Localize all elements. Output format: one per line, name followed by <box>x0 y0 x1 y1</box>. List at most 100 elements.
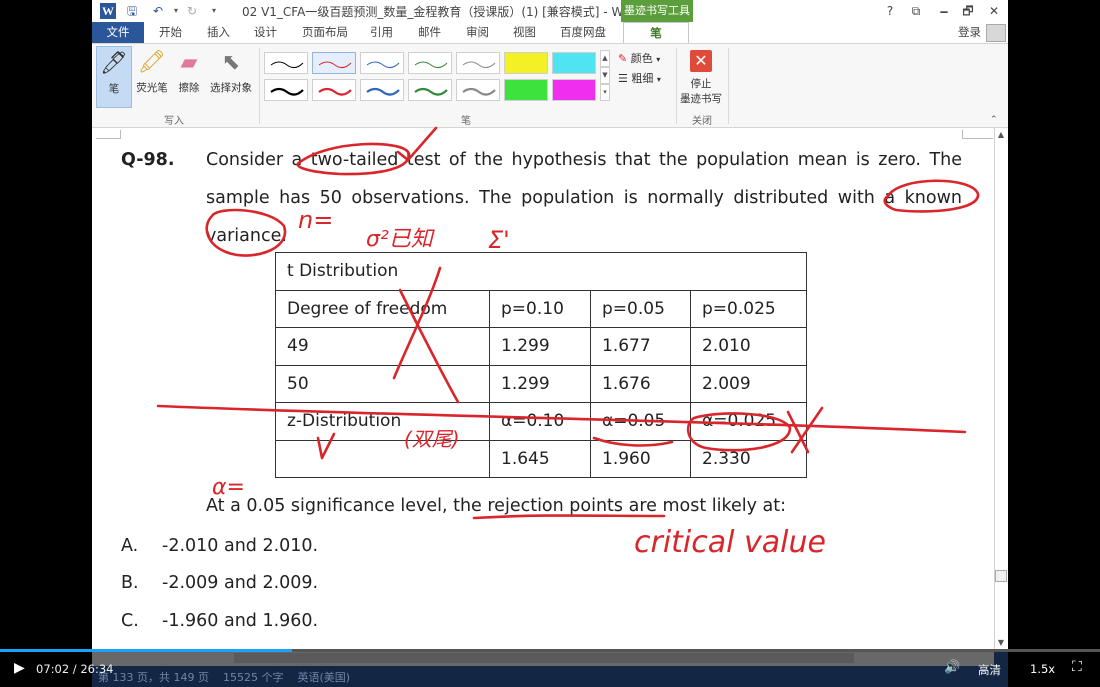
highlighter-swatch-cyan[interactable] <box>552 52 596 74</box>
stop-inking-label-2: 墨迹书写 <box>680 93 722 105</box>
chevron-down-icon: ▾ <box>656 75 661 84</box>
pen-color-button[interactable]: ✎ 颜色 ▾ <box>618 50 660 66</box>
word-app-icon[interactable]: W <box>100 3 116 19</box>
help-button[interactable]: ? <box>880 3 900 19</box>
table-cell: 1.676 <box>590 364 691 403</box>
pen-swatch-gray-thin[interactable] <box>456 52 500 74</box>
pen-icon: 🖊 <box>100 51 128 76</box>
undo-icon[interactable]: ↶ <box>150 3 166 19</box>
pen-swatch-blue-thin[interactable] <box>360 52 404 74</box>
tab-mailings[interactable]: 邮件 <box>418 22 441 43</box>
table-cell: z-Distribution <box>275 402 490 441</box>
pen-swatch-black-thick[interactable] <box>264 79 308 101</box>
option-text: -2.010 and 2.010. <box>162 536 319 556</box>
question-text-line2: sample has 50 observations. The populati… <box>206 188 962 208</box>
language: 英语(美国) <box>297 671 351 684</box>
stop-inking-label-1: 停止 <box>690 78 712 90</box>
pen-swatch-red-thin[interactable] <box>312 52 356 74</box>
scrollbar-thumb[interactable] <box>995 570 1007 582</box>
table-cell: 1.645 <box>489 439 591 478</box>
pen-swatch-black-thin[interactable] <box>264 52 308 74</box>
table-title: t Distribution <box>275 252 807 291</box>
page-count: 第 133 页，共 149 页 <box>98 671 209 684</box>
gallery-scroll-down-icon[interactable]: ▼ <box>600 67 610 84</box>
table-row: z-Distribution α=0.10 α=0.05 α=0.025 <box>275 402 807 441</box>
gallery-scroll-up-icon[interactable]: ▲ <box>600 50 610 67</box>
tab-design[interactable]: 设计 <box>254 22 277 43</box>
pen-swatch-green-thin[interactable] <box>408 52 452 74</box>
table-cell: α=0.10 <box>489 402 591 441</box>
table-row: 1.645 1.960 2.330 <box>275 439 807 478</box>
pen-swatch-red-thick[interactable] <box>312 79 356 101</box>
rejection-points-question: At a 0.05 significance level, the reject… <box>206 496 787 516</box>
save-icon[interactable]: 🖫 <box>124 3 140 19</box>
collapse-ribbon-icon[interactable]: ⌃ <box>990 115 998 125</box>
group-label-pens: 笔 <box>461 116 471 127</box>
table-cell <box>275 439 490 478</box>
sign-in-link[interactable]: 登录 <box>958 22 981 43</box>
tab-view[interactable]: 视图 <box>513 22 536 43</box>
question-text-line3: variance. <box>206 226 287 246</box>
pen-thickness-label: 粗细 <box>631 72 654 85</box>
table-cell: 50 <box>275 364 490 403</box>
table-cell: p=0.05 <box>590 289 691 328</box>
left-letterbox <box>0 0 92 650</box>
group-label-close: 关闭 <box>692 116 712 127</box>
tab-file[interactable]: 文件 <box>92 22 144 43</box>
question-text-line1: Consider a two-tailed test of the hypoth… <box>206 150 962 170</box>
ribbon-display-options-button[interactable]: ⧉ <box>906 3 926 19</box>
table-cell: α=0.025 <box>690 402 807 441</box>
thickness-icon: ☰ <box>618 72 628 85</box>
quality-button[interactable]: 高清 <box>978 662 1001 678</box>
pen-gallery <box>264 50 600 104</box>
playback-speed-button[interactable]: 1.5x <box>1030 662 1055 676</box>
select-objects-label: 选择对象 <box>210 82 252 94</box>
restore-button[interactable]: 🗗 <box>958 3 978 19</box>
table-cell: 1.677 <box>590 327 691 366</box>
gallery-more-icon[interactable]: ▾ <box>600 84 610 101</box>
table-cell: 49 <box>275 327 490 366</box>
scroll-up-icon[interactable]: ▲ <box>995 130 1007 142</box>
customize-quick-access-icon[interactable]: ▾ <box>206 3 222 19</box>
tab-insert[interactable]: 插入 <box>207 22 230 43</box>
pen-color-label: 颜色 <box>630 52 653 65</box>
fullscreen-icon[interactable]: ⛶ <box>1072 659 1082 675</box>
table-row: t Distribution <box>275 252 807 291</box>
eraser-icon: ▰ <box>180 50 198 75</box>
table-cell: 1.299 <box>489 364 591 403</box>
word-status-info: 第 133 页，共 149 页 15525 个字 英语(美国) <box>98 669 350 685</box>
eraser-tool-button[interactable]: ▰ 擦除 <box>174 46 204 108</box>
tab-home[interactable]: 开始 <box>159 22 182 43</box>
pen-thickness-button[interactable]: ☰ 粗细 ▾ <box>618 70 661 86</box>
volume-icon[interactable]: 🔊 <box>944 660 960 675</box>
highlighter-swatch-green[interactable] <box>504 79 548 101</box>
word-count: 15525 个字 <box>222 671 284 684</box>
redo-icon[interactable]: ↻ <box>184 3 200 19</box>
tab-references[interactable]: 引用 <box>370 22 393 43</box>
pen-tool-button[interactable]: 🖊 笔 <box>96 46 132 108</box>
highlighter-tool-button[interactable]: 🖍 荧光笔 <box>134 46 170 108</box>
highlighter-swatch-yellow[interactable] <box>504 52 548 74</box>
pen-swatch-gray-thick[interactable] <box>456 79 500 101</box>
minimize-button[interactable]: 🗕 <box>934 3 954 19</box>
tab-page-layout[interactable]: 页面布局 <box>302 22 348 43</box>
play-icon[interactable]: ▶ <box>14 660 25 676</box>
pen-tool-label: 笔 <box>108 83 120 95</box>
document-title: 02 V1_CFA一级百题预测_数量_金程教育（授课版）(1) [兼容模式] -… <box>242 5 643 19</box>
table-row: Degree of freedom p=0.10 p=0.05 p=0.025 <box>275 289 807 328</box>
option-letter: B. <box>121 573 139 593</box>
pen-swatch-blue-thick[interactable] <box>360 79 404 101</box>
video-progress-fill[interactable] <box>0 649 292 652</box>
close-button[interactable]: ✕ <box>984 3 1004 19</box>
tab-baidu-netdisk[interactable]: 百度网盘 <box>560 22 606 43</box>
avatar[interactable] <box>986 24 1006 42</box>
tab-review[interactable]: 审阅 <box>466 22 489 43</box>
tab-pen[interactable]: 笔 <box>623 22 689 43</box>
undo-dropdown-icon[interactable]: ▾ <box>168 3 184 19</box>
highlighter-swatch-magenta[interactable] <box>552 79 596 101</box>
select-objects-button[interactable]: ⬉ 选择对象 <box>208 46 254 108</box>
group-divider <box>676 48 677 124</box>
group-divider <box>259 48 260 124</box>
stop-inking-button[interactable]: ✕ 停止 墨迹书写 <box>680 50 722 106</box>
pen-swatch-green-thick[interactable] <box>408 79 452 101</box>
